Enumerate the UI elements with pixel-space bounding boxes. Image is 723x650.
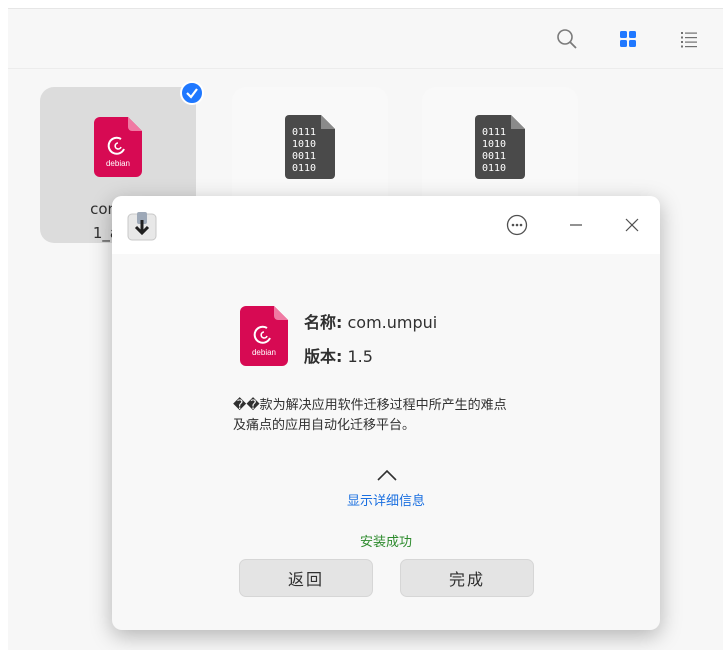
package-installer-icon (127, 212, 157, 241)
package-name-value: com.umpui (347, 313, 438, 332)
install-status: 安装成功 (359, 535, 412, 550)
list-view-icon (681, 32, 697, 48)
back-button[interactable]: 返回 (239, 559, 373, 597)
package-description: ��款为解决应用软件迁移过程中所产生的难点 及痛点的应用自动化迁移平台。 (233, 396, 543, 436)
svg-text:1010: 1010 (482, 139, 506, 150)
svg-text:0011: 0011 (292, 151, 316, 162)
close-button[interactable] (617, 210, 647, 240)
installer-dialog: debian 名称: com.umpui 版本: 1.5 ��款为解决应用软件迁… (112, 196, 660, 630)
svg-text:1010: 1010 (292, 139, 316, 150)
done-button[interactable]: 完成 (400, 559, 534, 597)
more-options-button[interactable] (502, 210, 532, 240)
dialog-titlebar (112, 196, 660, 254)
svg-text:0111: 0111 (292, 127, 316, 138)
package-version-row: 版本: 1.5 (304, 343, 373, 367)
binary-file-icon: 0111 1010 0011 0110 (285, 115, 335, 179)
close-icon (625, 218, 639, 232)
selected-check-icon (180, 81, 204, 105)
package-version-value: 1.5 (347, 347, 373, 366)
debian-package-icon: debian (240, 306, 288, 366)
package-name-row: 名称: com.umpui (304, 309, 437, 333)
minimize-icon (570, 224, 582, 226)
list-view-button[interactable] (675, 25, 703, 53)
package-name-label: 名称: (304, 313, 343, 332)
svg-text:debian: debian (106, 159, 130, 168)
svg-text:0110: 0110 (482, 163, 506, 174)
show-details-link[interactable]: 显示详细信息 (112, 490, 660, 509)
toolbar (8, 9, 723, 69)
search-button[interactable] (553, 25, 581, 53)
debian-package-icon: debian (94, 117, 142, 177)
description-line: 及痛点的应用自动化迁移平台。 (233, 418, 416, 433)
binary-file-icon: 0111 1010 0011 0110 (475, 115, 525, 179)
svg-text:0111: 0111 (482, 127, 506, 138)
grid-view-button[interactable] (614, 25, 642, 53)
svg-text:0110: 0110 (292, 163, 316, 174)
search-icon (557, 29, 577, 49)
more-options-icon (506, 214, 528, 236)
grid-view-icon (620, 31, 636, 47)
package-version-label: 版本: (304, 347, 343, 366)
debian-icon-label: debian (252, 348, 276, 357)
svg-text:0011: 0011 (482, 151, 506, 162)
description-line: ��款为解决应用软件迁移过程中所产生的难点 (233, 398, 507, 413)
minimize-button[interactable] (561, 210, 591, 240)
chevron-up-icon[interactable] (376, 468, 398, 482)
